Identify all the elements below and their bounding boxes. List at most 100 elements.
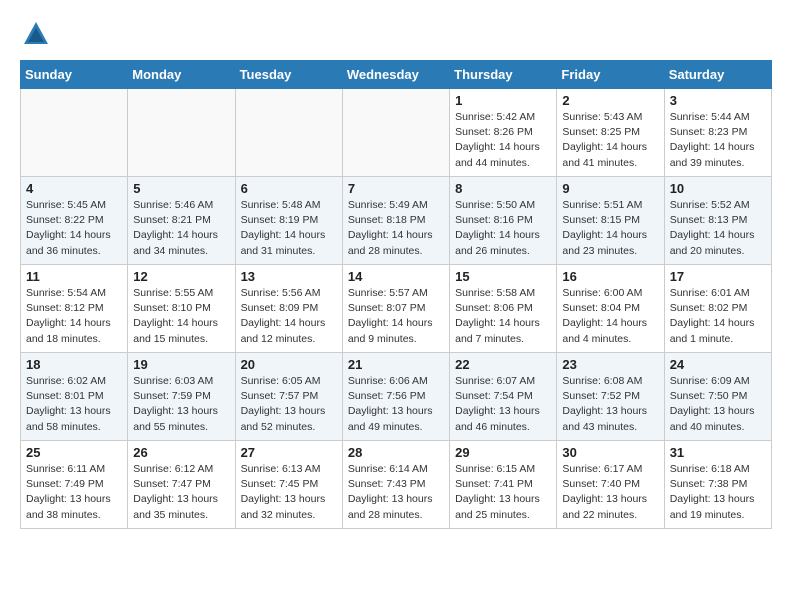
- calendar-week-row: 4 Sunrise: 5:45 AM Sunset: 8:22 PM Daylig…: [21, 177, 772, 265]
- calendar-table: SundayMondayTuesdayWednesdayThursdayFrid…: [20, 60, 772, 529]
- calendar-cell: 16Sunrise: 6:00 AM Sunset: 8:04 PM Dayli…: [557, 265, 664, 353]
- day-number: 10: [670, 181, 766, 196]
- day-number: 4: [26, 181, 122, 196]
- day-number: 22: [455, 357, 551, 372]
- day-info: Sunrise: 6:02 AM Sunset: 8:01 PM Dayligh…: [26, 374, 122, 435]
- calendar-cell: 18Sunrise: 6:02 AM Sunset: 8:01 PM Dayli…: [21, 353, 128, 441]
- day-number: 1: [455, 93, 551, 108]
- day-info: Sunrise: 6:18 AM Sunset: 7:38 PM Dayligh…: [670, 462, 766, 523]
- day-info: Sunrise: 5:44 AM Sunset: 8:23 PM Dayligh…: [670, 110, 766, 171]
- day-number: 11: [26, 269, 122, 284]
- day-info: Sunrise: 5:52 AM Sunset: 8:13 PM Dayligh…: [670, 198, 766, 259]
- day-info: Sunrise: 6:15 AM Sunset: 7:41 PM Dayligh…: [455, 462, 551, 523]
- calendar-header-row: SundayMondayTuesdayWednesdayThursdayFrid…: [21, 61, 772, 89]
- day-number: 31: [670, 445, 766, 460]
- day-info: Sunrise: 6:03 AM Sunset: 7:59 PM Dayligh…: [133, 374, 229, 435]
- calendar-week-row: 11 Sunrise: 5:54 AM Sunset: 8:12 PM Dayli…: [21, 265, 772, 353]
- day-info: Sunrise: 5:55 AM Sunset: 8:10 PM Dayligh…: [133, 286, 229, 347]
- calendar-cell: 28 Sunrise: 6:14 AM Sunset: 7:43 PM Dayli…: [342, 441, 449, 529]
- day-number: 3: [670, 93, 766, 108]
- day-number: 26: [133, 445, 229, 460]
- day-number: 28: [348, 445, 444, 460]
- calendar-cell: 6Sunrise: 5:48 AM Sunset: 8:19 PM Daylig…: [235, 177, 342, 265]
- day-header-thursday: Thursday: [450, 61, 557, 89]
- day-number: 29: [455, 445, 551, 460]
- day-number: 23: [562, 357, 658, 372]
- day-number: 20: [241, 357, 337, 372]
- calendar-cell: [342, 89, 449, 177]
- header: [20, 20, 772, 44]
- day-number: 6: [241, 181, 337, 196]
- calendar-week-row: 18Sunrise: 6:02 AM Sunset: 8:01 PM Dayli…: [21, 353, 772, 441]
- day-number: 8: [455, 181, 551, 196]
- calendar-cell: [21, 89, 128, 177]
- calendar-cell: 7 Sunrise: 5:49 AM Sunset: 8:18 PM Daylig…: [342, 177, 449, 265]
- day-number: 2: [562, 93, 658, 108]
- calendar-cell: 19Sunrise: 6:03 AM Sunset: 7:59 PM Dayli…: [128, 353, 235, 441]
- calendar-cell: [235, 89, 342, 177]
- day-info: Sunrise: 5:58 AM Sunset: 8:06 PM Dayligh…: [455, 286, 551, 347]
- calendar-cell: 2 Sunrise: 5:43 AM Sunset: 8:25 PM Daylig…: [557, 89, 664, 177]
- day-info: Sunrise: 5:54 AM Sunset: 8:12 PM Dayligh…: [26, 286, 122, 347]
- logo-icon: [22, 20, 50, 48]
- day-number: 13: [241, 269, 337, 284]
- day-header-wednesday: Wednesday: [342, 61, 449, 89]
- day-info: Sunrise: 5:57 AM Sunset: 8:07 PM Dayligh…: [348, 286, 444, 347]
- calendar-cell: 13Sunrise: 5:56 AM Sunset: 8:09 PM Dayli…: [235, 265, 342, 353]
- day-info: Sunrise: 5:50 AM Sunset: 8:16 PM Dayligh…: [455, 198, 551, 259]
- day-number: 17: [670, 269, 766, 284]
- day-number: 12: [133, 269, 229, 284]
- day-number: 27: [241, 445, 337, 460]
- day-info: Sunrise: 6:14 AM Sunset: 7:43 PM Dayligh…: [348, 462, 444, 523]
- day-number: 16: [562, 269, 658, 284]
- calendar-cell: 9Sunrise: 5:51 AM Sunset: 8:15 PM Daylig…: [557, 177, 664, 265]
- calendar-cell: 25Sunrise: 6:11 AM Sunset: 7:49 PM Dayli…: [21, 441, 128, 529]
- day-header-saturday: Saturday: [664, 61, 771, 89]
- calendar-cell: 12 Sunrise: 5:55 AM Sunset: 8:10 PM Dayli…: [128, 265, 235, 353]
- day-number: 14: [348, 269, 444, 284]
- day-number: 24: [670, 357, 766, 372]
- calendar-week-row: 1 Sunrise: 5:42 AM Sunset: 8:26 PM Daylig…: [21, 89, 772, 177]
- calendar-cell: 1 Sunrise: 5:42 AM Sunset: 8:26 PM Daylig…: [450, 89, 557, 177]
- day-number: 9: [562, 181, 658, 196]
- calendar-week-row: 25Sunrise: 6:11 AM Sunset: 7:49 PM Dayli…: [21, 441, 772, 529]
- calendar-cell: 4 Sunrise: 5:45 AM Sunset: 8:22 PM Daylig…: [21, 177, 128, 265]
- calendar-cell: 24 Sunrise: 6:09 AM Sunset: 7:50 PM Dayli…: [664, 353, 771, 441]
- day-number: 21: [348, 357, 444, 372]
- day-info: Sunrise: 5:49 AM Sunset: 8:18 PM Dayligh…: [348, 198, 444, 259]
- day-number: 25: [26, 445, 122, 460]
- calendar-cell: 29 Sunrise: 6:15 AM Sunset: 7:41 PM Dayli…: [450, 441, 557, 529]
- day-info: Sunrise: 6:08 AM Sunset: 7:52 PM Dayligh…: [562, 374, 658, 435]
- day-info: Sunrise: 5:42 AM Sunset: 8:26 PM Dayligh…: [455, 110, 551, 171]
- calendar-cell: 20Sunrise: 6:05 AM Sunset: 7:57 PM Dayli…: [235, 353, 342, 441]
- day-number: 30: [562, 445, 658, 460]
- day-info: Sunrise: 6:01 AM Sunset: 8:02 PM Dayligh…: [670, 286, 766, 347]
- day-info: Sunrise: 6:06 AM Sunset: 7:56 PM Dayligh…: [348, 374, 444, 435]
- day-header-sunday: Sunday: [21, 61, 128, 89]
- calendar-cell: 30Sunrise: 6:17 AM Sunset: 7:40 PM Dayli…: [557, 441, 664, 529]
- calendar-cell: 10 Sunrise: 5:52 AM Sunset: 8:13 PM Dayli…: [664, 177, 771, 265]
- day-info: Sunrise: 6:07 AM Sunset: 7:54 PM Dayligh…: [455, 374, 551, 435]
- day-info: Sunrise: 6:09 AM Sunset: 7:50 PM Dayligh…: [670, 374, 766, 435]
- calendar-cell: 5 Sunrise: 5:46 AM Sunset: 8:21 PM Daylig…: [128, 177, 235, 265]
- calendar-cell: 26 Sunrise: 6:12 AM Sunset: 7:47 PM Dayli…: [128, 441, 235, 529]
- day-number: 15: [455, 269, 551, 284]
- day-info: Sunrise: 5:43 AM Sunset: 8:25 PM Dayligh…: [562, 110, 658, 171]
- calendar-cell: 22 Sunrise: 6:07 AM Sunset: 7:54 PM Dayli…: [450, 353, 557, 441]
- calendar-cell: 14 Sunrise: 5:57 AM Sunset: 8:07 PM Dayli…: [342, 265, 449, 353]
- day-info: Sunrise: 6:13 AM Sunset: 7:45 PM Dayligh…: [241, 462, 337, 523]
- day-header-tuesday: Tuesday: [235, 61, 342, 89]
- day-number: 5: [133, 181, 229, 196]
- calendar-cell: 21 Sunrise: 6:06 AM Sunset: 7:56 PM Dayli…: [342, 353, 449, 441]
- logo: [20, 20, 50, 44]
- calendar-cell: 15 Sunrise: 5:58 AM Sunset: 8:06 PM Dayli…: [450, 265, 557, 353]
- day-info: Sunrise: 5:46 AM Sunset: 8:21 PM Dayligh…: [133, 198, 229, 259]
- day-info: Sunrise: 6:12 AM Sunset: 7:47 PM Dayligh…: [133, 462, 229, 523]
- calendar-cell: 27 Sunrise: 6:13 AM Sunset: 7:45 PM Dayli…: [235, 441, 342, 529]
- day-info: Sunrise: 5:45 AM Sunset: 8:22 PM Dayligh…: [26, 198, 122, 259]
- calendar-cell: 31 Sunrise: 6:18 AM Sunset: 7:38 PM Dayli…: [664, 441, 771, 529]
- calendar-cell: 11 Sunrise: 5:54 AM Sunset: 8:12 PM Dayli…: [21, 265, 128, 353]
- calendar-cell: 17 Sunrise: 6:01 AM Sunset: 8:02 PM Dayli…: [664, 265, 771, 353]
- day-number: 7: [348, 181, 444, 196]
- calendar-cell: 23 Sunrise: 6:08 AM Sunset: 7:52 PM Dayli…: [557, 353, 664, 441]
